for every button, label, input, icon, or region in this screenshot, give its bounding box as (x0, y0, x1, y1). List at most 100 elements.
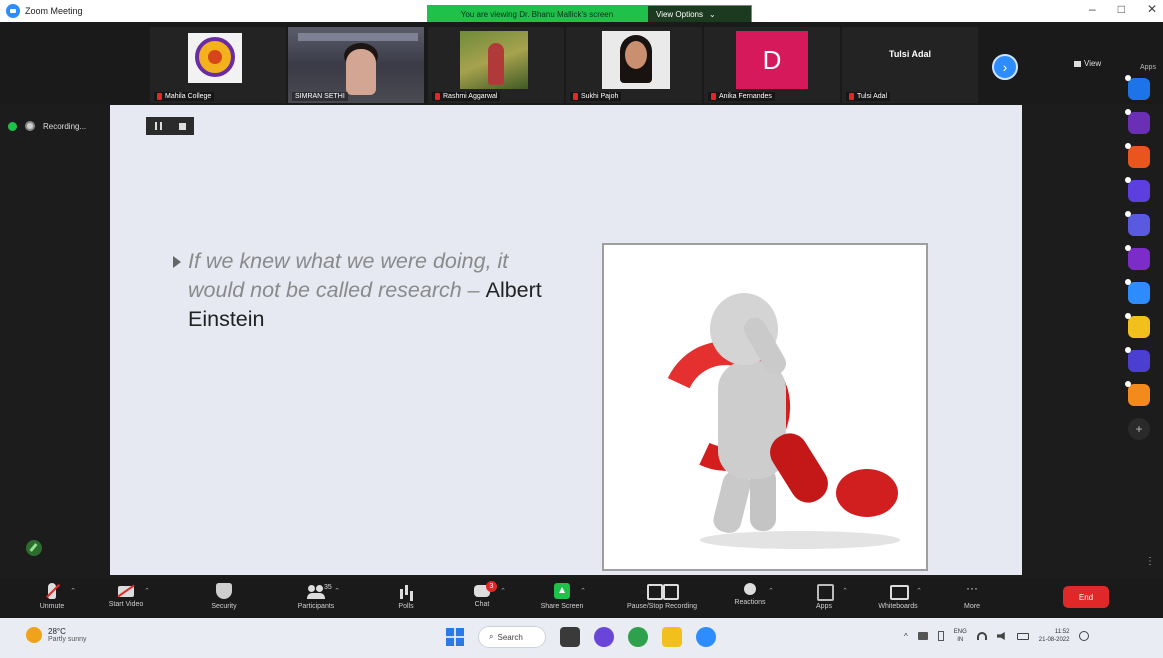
reaction-smiley-icon (744, 583, 756, 595)
pause-recording-label: Pause/Stop Recording (626, 603, 698, 610)
apps-label: Apps (816, 603, 832, 610)
network-tray-icon[interactable] (917, 632, 928, 640)
app-icon[interactable] (1125, 313, 1150, 338)
taskbar-search[interactable]: ⌕ Search (478, 626, 546, 648)
chrome-icon[interactable] (628, 627, 648, 647)
more-options-icon[interactable]: ⋮ (1145, 556, 1155, 567)
zoom-taskbar-icon[interactable] (696, 627, 716, 647)
polls-bar-chart-icon (398, 583, 414, 599)
unmute-button[interactable]: ⌃ Unmute (20, 581, 84, 615)
next-page-arrow-icon[interactable]: › (992, 54, 1018, 80)
chevron-up-icon[interactable]: ⌃ (334, 587, 340, 595)
file-explorer-icon[interactable] (662, 627, 682, 647)
video-off-icon (118, 586, 134, 597)
end-meeting-button[interactable]: End (1063, 586, 1109, 608)
stop-recording-icon[interactable] (178, 122, 186, 130)
clock-date: 21-08-2022 (1038, 637, 1070, 643)
app-icon[interactable] (1125, 177, 1150, 202)
recording-label: Recording... (43, 121, 87, 131)
chevron-up-icon[interactable]: ⌃ (842, 587, 848, 595)
task-view-icon[interactable] (560, 627, 580, 647)
pause-recording-icon[interactable] (154, 122, 162, 130)
participants-icon (307, 583, 325, 599)
participant-count: 35 (324, 584, 332, 591)
reactions-button[interactable]: ⌃ Reactions (718, 581, 782, 615)
participant-tile[interactable]: Tulsi Adal Tulsi Adal (842, 27, 978, 103)
chevron-up-icon[interactable]: ⌃ (144, 587, 150, 595)
weather-description: Partly sunny (48, 636, 87, 643)
battery-icon[interactable] (1016, 632, 1029, 640)
muted-mic-icon (849, 93, 854, 100)
status-dot-icon (8, 121, 17, 131)
show-hidden-icons[interactable]: ^ (904, 632, 908, 641)
more-button[interactable]: ··· More (940, 581, 1004, 615)
app-icon[interactable] (1125, 143, 1150, 168)
app-icon[interactable] (1125, 109, 1150, 134)
pause-stop-recording-button[interactable]: Pause/Stop Recording (612, 581, 712, 615)
chevron-up-icon[interactable]: ⌃ (500, 587, 506, 595)
usb-tray-icon[interactable] (937, 631, 944, 641)
participant-photo (602, 31, 670, 89)
app-icon[interactable] (1125, 211, 1150, 236)
annotate-pencil-icon[interactable] (26, 540, 42, 556)
view-options-button[interactable]: View Options ⌄ (647, 5, 752, 23)
search-label: Search (497, 632, 523, 642)
wifi-icon[interactable] (976, 632, 987, 640)
muted-mic-icon (711, 93, 716, 100)
search-icon: ⌕ (489, 632, 494, 641)
app-icon[interactable] (1125, 381, 1150, 406)
participant-tile[interactable]: D Anika Fernandes (704, 27, 840, 103)
chevron-up-icon[interactable]: ⌃ (70, 587, 76, 595)
polls-button[interactable]: Polls (374, 581, 438, 615)
quote-text: If we knew what we were doing, it would … (188, 249, 509, 302)
participant-name: Rashmi Aggarwal (443, 93, 498, 100)
taskbar-clock[interactable]: 11:52 21-08-2022 (1039, 628, 1070, 644)
participant-strip: Mahila College SIMRAN SETHI Rashmi Aggar… (0, 22, 1163, 104)
security-label: Security (211, 603, 237, 610)
chevron-up-icon[interactable]: ⌃ (916, 587, 922, 595)
muted-mic-icon (573, 93, 578, 100)
chat-app-icon[interactable] (594, 627, 614, 647)
college-logo-avatar (188, 33, 242, 83)
window-controls: – □ ✕ (1089, 2, 1157, 16)
volume-icon[interactable] (996, 632, 1005, 640)
quote-dash: – (461, 278, 486, 302)
app-icon[interactable] (1125, 245, 1150, 270)
whiteboard-icon (890, 583, 909, 600)
title-bar: Zoom Meeting You are viewing Dr. Bhanu M… (0, 0, 1163, 23)
participant-name: Mahila College (165, 93, 212, 100)
share-screen-button[interactable]: ⌃ Share Screen (530, 581, 594, 615)
add-app-icon[interactable]: + (1128, 418, 1150, 440)
participant-tile[interactable]: SIMRAN SETHI (288, 27, 424, 103)
app-icon[interactable] (1125, 75, 1150, 100)
zoom-meeting-window: Zoom Meeting You are viewing Dr. Bhanu M… (0, 0, 1163, 658)
app-icon[interactable] (1125, 279, 1150, 304)
minimize-button[interactable]: – (1089, 2, 1096, 16)
participants-button[interactable]: 35 ⌃ Participants (284, 581, 348, 615)
maximize-button[interactable]: □ (1118, 2, 1125, 16)
weather-widget[interactable]: 28°C Partly sunny (26, 627, 87, 643)
view-button[interactable]: View (1074, 59, 1101, 68)
chevron-up-icon[interactable]: ⌃ (768, 587, 774, 595)
participant-tile[interactable]: Mahila College (150, 27, 286, 103)
apps-button[interactable]: ⌃ Apps (792, 581, 856, 615)
windows-start-icon[interactable] (446, 628, 464, 646)
partly-sunny-icon (26, 627, 42, 643)
language-indicator[interactable]: ENG IN (954, 628, 967, 644)
start-video-button[interactable]: ⌃ Start Video (94, 581, 158, 615)
whiteboards-button[interactable]: ⌃ Whiteboards (866, 581, 930, 615)
participant-tile[interactable]: Sukhi Pajoh (566, 27, 702, 103)
chevron-up-icon[interactable]: ⌃ (580, 587, 586, 595)
app-icon[interactable] (1125, 347, 1150, 372)
recording-indicator: Recording... (8, 117, 86, 135)
close-button[interactable]: ✕ (1147, 2, 1157, 16)
participant-name: Anika Fernandes (719, 93, 772, 100)
share-screen-label: Share Screen (540, 603, 584, 610)
notifications-icon[interactable] (1079, 631, 1090, 641)
participant-tile[interactable]: Rashmi Aggarwal (428, 27, 564, 103)
participant-display-name: Tulsi Adal (888, 49, 931, 59)
chat-button[interactable]: 3 ⌃ Chat (450, 581, 514, 615)
more-label: More (964, 603, 980, 610)
participant-initial-avatar: D (736, 31, 808, 89)
security-button[interactable]: Security (192, 581, 256, 615)
